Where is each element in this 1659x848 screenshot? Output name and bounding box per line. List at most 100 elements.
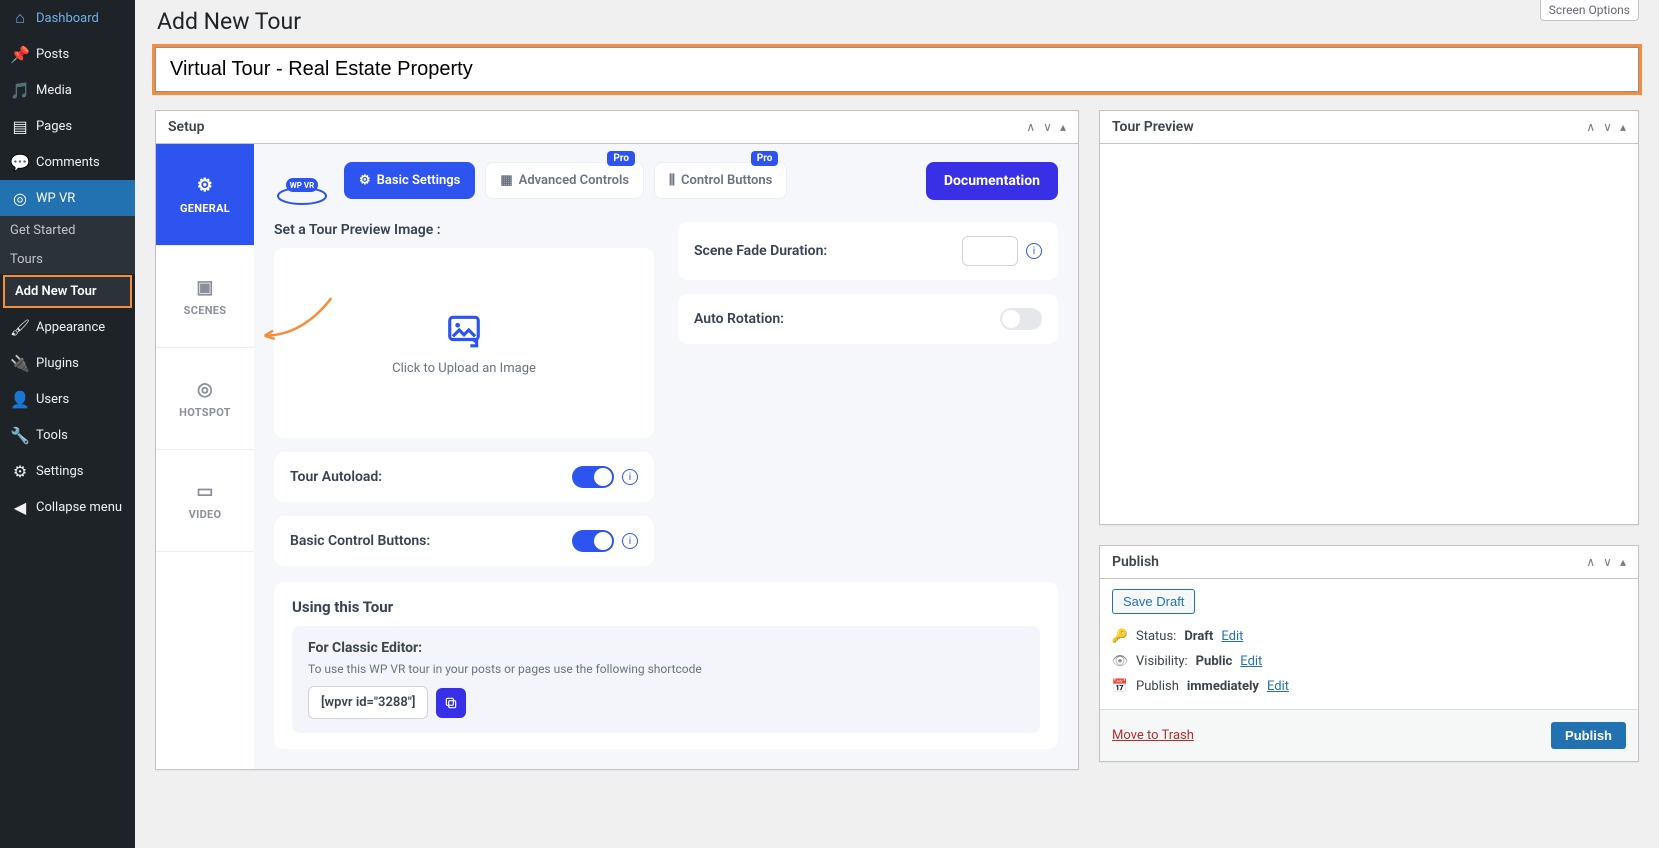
pro-badge: Pro bbox=[751, 151, 779, 166]
preview-image-label: Set a Tour Preview Image : bbox=[274, 222, 654, 238]
vtab-scenes[interactable]: ▣SCENES bbox=[156, 246, 254, 348]
sidebar-item-tools[interactable]: 🔧Tools bbox=[0, 417, 135, 453]
comment-icon: 💬 bbox=[10, 152, 30, 172]
tour-autoload-toggle[interactable] bbox=[572, 466, 614, 488]
copy-shortcode-button[interactable] bbox=[436, 688, 466, 718]
move-to-trash-link[interactable]: Move to Trash bbox=[1112, 728, 1194, 743]
sidebar-item-posts[interactable]: 📌Posts bbox=[0, 36, 135, 72]
scene-fade-label: Scene Fade Duration: bbox=[694, 243, 827, 259]
move-down-icon[interactable]: ∨ bbox=[1603, 555, 1612, 569]
key-icon: 🔑 bbox=[1112, 629, 1128, 644]
visibility-value: Public bbox=[1196, 654, 1233, 669]
upload-image-icon bbox=[445, 311, 483, 349]
setup-postbox: Setup ∧ ∨ ▴ ⚙GENERAL ▣SCENES ◎HOTS bbox=[155, 110, 1079, 770]
sidebar-item-users[interactable]: 👤Users bbox=[0, 381, 135, 417]
auto-rotation-label: Auto Rotation: bbox=[694, 311, 784, 327]
copy-icon bbox=[444, 696, 458, 710]
info-icon[interactable]: i bbox=[622, 533, 638, 549]
info-icon[interactable]: i bbox=[1026, 243, 1042, 259]
move-down-icon[interactable]: ∨ bbox=[1043, 120, 1052, 134]
sidebar-item-wpvr[interactable]: ◎WP VR bbox=[0, 180, 135, 216]
move-down-icon[interactable]: ∨ bbox=[1603, 120, 1612, 134]
publish-label: Publish bbox=[1136, 679, 1179, 694]
tour-title-input[interactable] bbox=[155, 47, 1639, 92]
status-value: Draft bbox=[1184, 629, 1213, 644]
upload-preview-image[interactable]: Click to Upload an Image bbox=[274, 248, 654, 438]
sidebar-item-dashboard[interactable]: ⌂Dashboard bbox=[0, 0, 135, 36]
layout-icon: ▦ bbox=[500, 173, 512, 188]
svg-text:WP VR: WP VR bbox=[290, 181, 315, 190]
sidebar-item-pages[interactable]: ▤Pages bbox=[0, 108, 135, 144]
user-icon: 👤 bbox=[10, 389, 30, 409]
setup-heading: Setup bbox=[168, 119, 204, 135]
wpvr-logo: WP VR bbox=[274, 168, 330, 208]
media-icon: 🎵 bbox=[10, 80, 30, 100]
save-draft-button[interactable]: Save Draft bbox=[1112, 589, 1195, 614]
edit-status-link[interactable]: Edit bbox=[1221, 629, 1243, 644]
sliders-icon: ⚙ bbox=[10, 461, 30, 481]
video-icon: ▭ bbox=[196, 481, 213, 502]
plug-icon: 🔌 bbox=[10, 353, 30, 373]
toggle-panel-icon[interactable]: ▴ bbox=[1060, 120, 1066, 134]
calendar-icon: 📅 bbox=[1112, 679, 1128, 694]
sidebar-item-plugins[interactable]: 🔌Plugins bbox=[0, 345, 135, 381]
basic-control-toggle[interactable] bbox=[572, 530, 614, 552]
sidebar-item-settings[interactable]: ⚙Settings bbox=[0, 453, 135, 489]
sliders-icon: ⫼ bbox=[669, 173, 675, 188]
tour-preview-heading: Tour Preview bbox=[1112, 119, 1194, 135]
eye-icon: 👁 bbox=[1112, 654, 1128, 669]
scene-fade-input[interactable] bbox=[962, 236, 1018, 266]
classic-editor-title: For Classic Editor: bbox=[308, 640, 1024, 656]
toggle-panel-icon[interactable]: ▴ bbox=[1620, 555, 1626, 569]
collapse-icon: ◀ bbox=[10, 497, 30, 517]
sidebar-sub-add-new-tour[interactable]: Add New Tour bbox=[3, 275, 132, 308]
publish-postbox: Publish ∧ ∨ ▴ Save Draft 🔑 Status: Draft bbox=[1099, 545, 1639, 762]
classic-editor-desc: To use this WP VR tour in your posts or … bbox=[308, 662, 1024, 676]
gear-icon: ⚙ bbox=[197, 175, 213, 196]
vtab-general[interactable]: ⚙GENERAL bbox=[156, 144, 254, 246]
move-up-icon[interactable]: ∧ bbox=[1026, 120, 1035, 134]
sidebar-sub-tours[interactable]: Tours bbox=[0, 245, 135, 274]
shortcode-text: [wpvr id="3288"] bbox=[308, 686, 428, 719]
tour-preview-postbox: Tour Preview ∧ ∨ ▴ bbox=[1099, 110, 1639, 525]
using-tour-title: Using this Tour bbox=[292, 598, 1040, 616]
edit-publish-link[interactable]: Edit bbox=[1267, 679, 1289, 694]
upload-text: Click to Upload an Image bbox=[392, 361, 536, 376]
toggle-panel-icon[interactable]: ▴ bbox=[1620, 120, 1626, 134]
admin-sidebar: ⌂Dashboard 📌Posts 🎵Media ▤Pages 💬Comment… bbox=[0, 0, 135, 848]
sidebar-item-comments[interactable]: 💬Comments bbox=[0, 144, 135, 180]
page-icon: ▤ bbox=[10, 116, 30, 136]
pro-badge: Pro bbox=[607, 151, 635, 166]
publish-value: immediately bbox=[1187, 679, 1259, 694]
vtab-hotspot[interactable]: ◎HOTSPOT bbox=[156, 348, 254, 450]
info-icon[interactable]: i bbox=[622, 469, 638, 485]
tour-autoload-label: Tour Autoload: bbox=[290, 469, 382, 485]
status-label: Status: bbox=[1136, 629, 1176, 644]
htab-advanced-controls[interactable]: Pro▦Advanced Controls bbox=[485, 162, 644, 199]
htab-control-buttons[interactable]: Pro⫼Control Buttons bbox=[654, 162, 787, 199]
edit-visibility-link[interactable]: Edit bbox=[1240, 654, 1262, 669]
visibility-label: Visibility: bbox=[1136, 654, 1188, 669]
pin-icon: 📌 bbox=[10, 44, 30, 64]
basic-control-label: Basic Control Buttons: bbox=[290, 533, 430, 549]
target-icon: ◎ bbox=[197, 379, 213, 400]
wpvr-icon: ◎ bbox=[10, 188, 30, 208]
sidebar-item-appearance[interactable]: 🖌Appearance bbox=[0, 309, 135, 345]
sidebar-sub-get-started[interactable]: Get Started bbox=[0, 216, 135, 245]
move-up-icon[interactable]: ∧ bbox=[1586, 120, 1595, 134]
dashboard-icon: ⌂ bbox=[10, 8, 30, 28]
htab-basic-settings[interactable]: ⚙Basic Settings bbox=[344, 162, 475, 199]
tour-preview-canvas bbox=[1100, 144, 1638, 524]
documentation-button[interactable]: Documentation bbox=[926, 162, 1058, 200]
page-title: Add New Tour bbox=[157, 8, 1639, 35]
wrench-icon: 🔧 bbox=[10, 425, 30, 445]
sidebar-item-collapse[interactable]: ◀Collapse menu bbox=[0, 489, 135, 525]
sidebar-item-media[interactable]: 🎵Media bbox=[0, 72, 135, 108]
move-up-icon[interactable]: ∧ bbox=[1586, 555, 1595, 569]
gear-icon: ⚙ bbox=[359, 173, 371, 188]
publish-button[interactable]: Publish bbox=[1551, 722, 1626, 749]
screen-options-tab[interactable]: Screen Options bbox=[1540, 0, 1639, 21]
image-icon: ▣ bbox=[196, 277, 213, 298]
vtab-video[interactable]: ▭VIDEO bbox=[156, 450, 254, 552]
auto-rotation-toggle[interactable] bbox=[1000, 308, 1042, 330]
